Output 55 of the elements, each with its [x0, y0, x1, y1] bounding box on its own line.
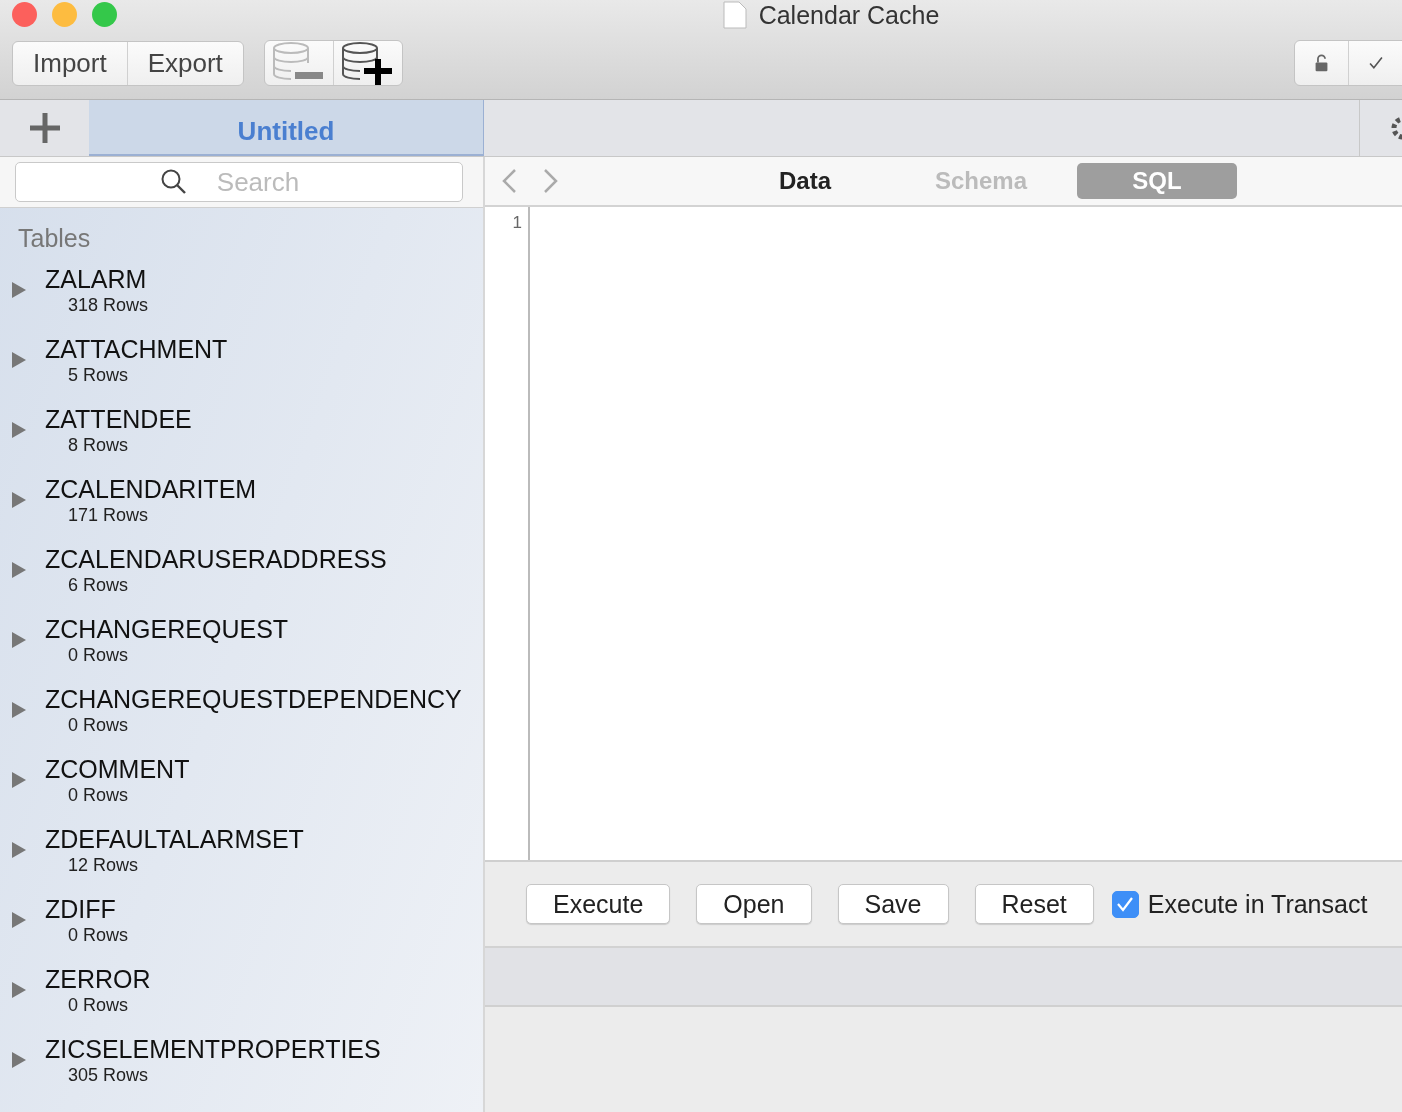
action-button[interactable]: Execute — [526, 884, 671, 924]
section-heading: Tables — [17, 224, 92, 253]
action-button[interactable]: Reset — [974, 884, 1094, 924]
checkmark-icon — [1116, 896, 1135, 912]
disclosure-triangle-icon[interactable] — [11, 491, 27, 509]
toolbar-button[interactable]: Import — [13, 41, 128, 85]
disclosure-triangle-icon[interactable] — [11, 701, 27, 719]
view-tab[interactable]: Data — [725, 163, 885, 199]
search-icon — [161, 169, 187, 195]
line-number: 1 — [511, 213, 523, 233]
table-name[interactable]: ZICSELEMENTPROPERTIES — [45, 1034, 381, 1064]
table-name[interactable]: ZATTENDEE — [45, 404, 192, 434]
plus-icon — [28, 112, 61, 144]
table-name[interactable]: ZCALENDARITEM — [45, 474, 257, 504]
disclosure-triangle-icon[interactable] — [11, 1051, 27, 1069]
table-name[interactable]: ZCHANGEREQUESTDEPENDENCY — [45, 684, 462, 714]
row-count: 0 Rows — [67, 994, 130, 1016]
zoom-button[interactable] — [92, 2, 117, 27]
row-count: 5 Rows — [67, 364, 130, 386]
disclosure-triangle-icon[interactable] — [11, 911, 27, 929]
disclosure-triangle-icon[interactable] — [11, 841, 27, 859]
search-field[interactable]: Search — [15, 162, 463, 202]
disclosure-triangle-icon[interactable] — [11, 421, 27, 439]
table-name[interactable]: ZCOMMENT — [45, 754, 190, 784]
disclosure-triangle-icon[interactable] — [11, 771, 27, 789]
table-name[interactable]: ZERROR — [45, 964, 151, 994]
row-count: 318 Rows — [67, 294, 149, 316]
disclosure-triangle-icon[interactable] — [11, 351, 27, 369]
disclosure-triangle-icon[interactable] — [11, 631, 27, 649]
close-button[interactable] — [12, 2, 37, 27]
disclosure-triangle-icon[interactable] — [11, 981, 27, 999]
row-count: 0 Rows — [67, 714, 130, 736]
row-count: 6 Rows — [67, 574, 130, 596]
checkbox[interactable] — [1111, 890, 1139, 918]
table-name[interactable]: ZDEFAULTALARMSET — [45, 824, 304, 854]
action-button[interactable]: Open — [696, 884, 812, 924]
toolbar-button[interactable]: Export — [127, 41, 243, 85]
disclosure-triangle-icon[interactable] — [11, 561, 27, 579]
row-count: 171 Rows — [67, 504, 150, 526]
disclosure-triangle-icon[interactable] — [11, 281, 27, 299]
table-name[interactable]: ZCALENDARUSERADDRESS — [45, 544, 387, 574]
row-count: 12 Rows — [67, 854, 140, 876]
row-count: 8 Rows — [67, 434, 130, 456]
row-count: 305 Rows — [67, 1064, 150, 1086]
window-title: Calendar Cache — [758, 0, 940, 30]
table-name[interactable]: ZALARM — [45, 264, 149, 294]
row-count: 0 Rows — [67, 784, 130, 806]
row-count: 0 Rows — [67, 644, 130, 666]
table-name[interactable]: ZATTACHMENT — [45, 334, 228, 364]
checkbox-label: Execute in Transact — [1147, 889, 1368, 919]
table-name[interactable]: ZCHANGEREQUEST — [45, 614, 289, 644]
sql-editor[interactable]: 1 — [485, 207, 1402, 862]
action-button[interactable]: Save — [837, 884, 949, 924]
table-name[interactable]: ZDIFF — [45, 894, 129, 924]
row-count: 0 Rows — [67, 924, 129, 946]
